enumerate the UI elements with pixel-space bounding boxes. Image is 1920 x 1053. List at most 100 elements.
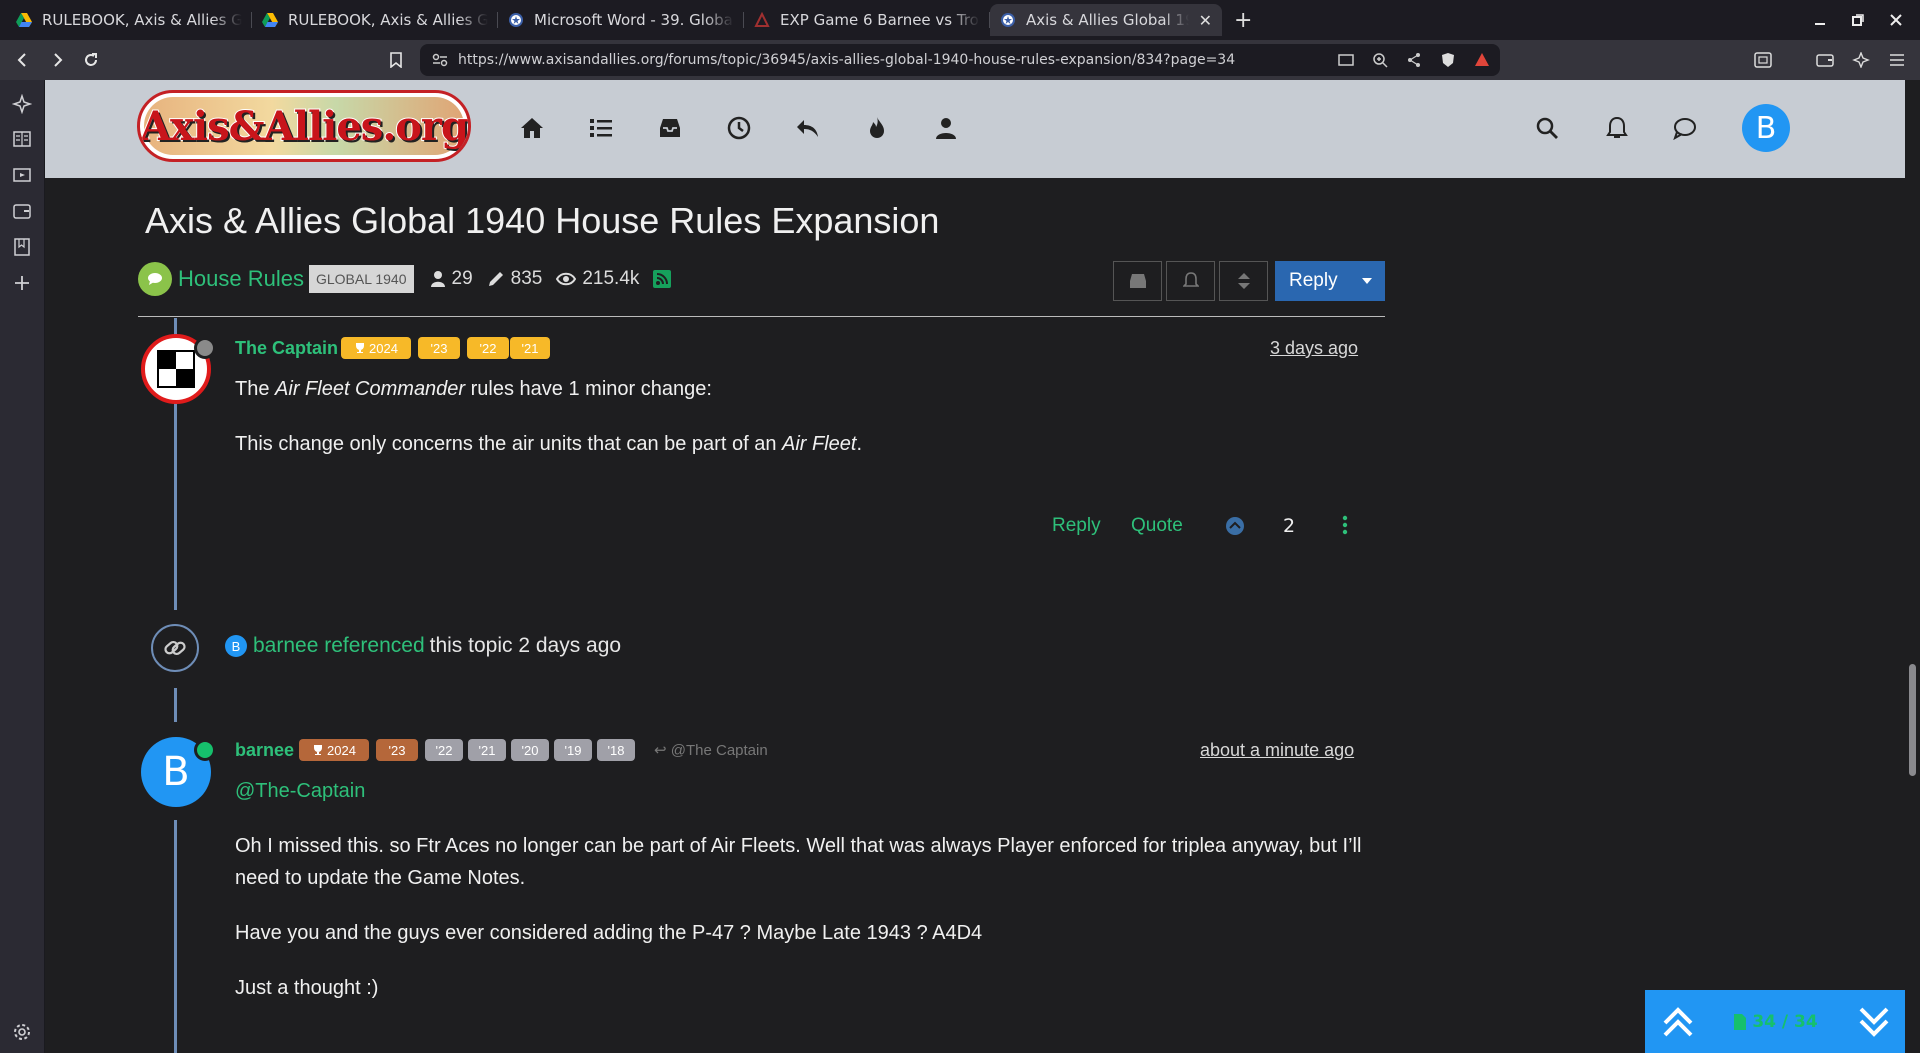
- brave-rewards-icon[interactable]: [1474, 52, 1490, 68]
- page-scrollbar[interactable]: [1905, 178, 1920, 1053]
- wallet-icon[interactable]: [1816, 52, 1834, 68]
- post-author[interactable]: The Captain: [235, 338, 338, 359]
- add-sidebar-icon[interactable]: [12, 273, 32, 293]
- reply-link[interactable]: Reply: [1052, 515, 1101, 537]
- quote-link[interactable]: Quote: [1131, 515, 1183, 537]
- year-badge[interactable]: '20: [511, 739, 549, 761]
- reload-icon[interactable]: [74, 52, 108, 68]
- site-logo[interactable]: Axis&Allies.org: [137, 90, 471, 162]
- leo-ai-icon[interactable]: [1852, 52, 1870, 68]
- posters-count: 29: [430, 268, 473, 290]
- leo-sidebar-icon[interactable]: [12, 94, 32, 114]
- online-status-dot: [194, 739, 216, 761]
- award-badge[interactable]: 2024: [341, 337, 411, 359]
- topic-reply-button[interactable]: Reply: [1275, 261, 1385, 301]
- reply-arrow-icon: ↩: [654, 742, 667, 759]
- minimize-icon[interactable]: [1814, 14, 1826, 26]
- mention-link[interactable]: @The-Captain: [235, 775, 1390, 807]
- views-value: 215.4k: [582, 268, 640, 289]
- tab-title: Axis & Allies Global 1940 H: [1026, 11, 1189, 29]
- close-window-icon[interactable]: [1890, 14, 1902, 26]
- year-badge[interactable]: '18: [597, 739, 635, 761]
- forward-icon[interactable]: [40, 53, 74, 67]
- notifications-bell-icon[interactable]: [1605, 116, 1629, 140]
- award-badge[interactable]: 2024: [299, 739, 369, 761]
- address-bar[interactable]: https://www.axisandallies.org/forums/top…: [420, 44, 1500, 76]
- watch-button[interactable]: [1166, 261, 1215, 301]
- new-tab-button[interactable]: +: [1234, 8, 1252, 33]
- search-icon[interactable]: [1535, 116, 1559, 140]
- categories-list-icon[interactable]: [589, 116, 613, 140]
- reference-text: B barnee referenced this topic 2 days ag…: [225, 634, 621, 658]
- browser-tab[interactable]: RULEBOOK, Axis & Allies Glob: [6, 4, 252, 36]
- browser-tab[interactable]: EXP Game 6 Barnee vs Trout: [744, 4, 990, 36]
- double-chevron-down-icon[interactable]: [1857, 1005, 1891, 1039]
- bookmarks-sidebar-icon[interactable]: [12, 237, 32, 257]
- sort-button[interactable]: [1219, 261, 1268, 301]
- chat-bubble-icon[interactable]: [1673, 116, 1697, 140]
- topic-tag[interactable]: GLOBAL 1940: [308, 265, 414, 293]
- posters-value: 29: [451, 268, 473, 289]
- tab-title: RULEBOOK, Axis & Allies Glob: [288, 11, 488, 29]
- post-paragraph: This change only concerns the air units …: [235, 433, 863, 455]
- vote-count: 2: [1283, 515, 1296, 537]
- mini-avatar[interactable]: B: [225, 635, 247, 657]
- recent-clock-icon[interactable]: [727, 116, 751, 140]
- site-info-icon[interactable]: [432, 53, 448, 67]
- browser-tab[interactable]: Microsoft Word - 39. Global 1: [498, 4, 744, 36]
- post-timestamp[interactable]: 3 days ago: [1270, 338, 1358, 359]
- tab-title: RULEBOOK, Axis & Allies Glob: [42, 11, 242, 29]
- users-icon[interactable]: [934, 116, 958, 140]
- bookmark-icon[interactable]: [389, 52, 403, 68]
- settings-gear-icon[interactable]: [12, 1022, 32, 1042]
- unread-inbox-icon[interactable]: [658, 116, 682, 140]
- back-icon[interactable]: [6, 53, 40, 67]
- year-badge[interactable]: '22: [467, 337, 509, 359]
- zoom-icon[interactable]: [1372, 52, 1388, 68]
- post-author[interactable]: barnee: [235, 740, 294, 761]
- year-badge[interactable]: '23: [418, 337, 460, 359]
- user-avatar[interactable]: B: [1742, 104, 1790, 152]
- replies-icon[interactable]: [796, 116, 820, 140]
- scrollbar-thumb[interactable]: [1909, 664, 1916, 776]
- bell-icon: [1182, 272, 1199, 287]
- browser-tab[interactable]: RULEBOOK, Axis & Allies Glob: [252, 4, 498, 36]
- brave-shield-icon[interactable]: [1440, 52, 1456, 68]
- category-link[interactable]: House Rules: [178, 266, 304, 292]
- year-badge[interactable]: '21: [510, 337, 550, 359]
- tab-title: EXP Game 6 Barnee vs Trout: [780, 11, 980, 29]
- year-badge[interactable]: '19: [554, 739, 592, 761]
- home-icon[interactable]: [520, 116, 544, 140]
- post-content: @The-Captain Oh I missed this. so Ftr Ac…: [235, 775, 1390, 1004]
- post-timestamp[interactable]: about a minute ago: [1200, 740, 1354, 761]
- year-badge[interactable]: '23: [376, 739, 418, 761]
- cast-icon[interactable]: [1338, 52, 1354, 68]
- reply-to-link[interactable]: ↩ @The Captain: [654, 741, 768, 759]
- menu-icon[interactable]: [1888, 52, 1906, 68]
- more-options-icon[interactable]: [1342, 515, 1348, 535]
- double-chevron-up-icon[interactable]: [1661, 1005, 1695, 1039]
- post-paragraph: Oh I missed this. so Ftr Aces no longer …: [235, 835, 1362, 889]
- year-badge[interactable]: '22: [425, 739, 463, 761]
- close-tab-icon[interactable]: ✕: [1199, 11, 1212, 30]
- category-icon[interactable]: [138, 262, 172, 296]
- browser-tab-active[interactable]: Axis & Allies Global 1940 H ✕: [990, 4, 1222, 36]
- popular-fire-icon[interactable]: [865, 116, 889, 140]
- year-badge[interactable]: '21: [468, 739, 506, 761]
- restore-icon[interactable]: [1852, 14, 1864, 26]
- mark-read-button[interactable]: [1113, 261, 1162, 301]
- tab-title: Microsoft Word - 39. Global 1: [534, 11, 734, 29]
- caret-down-icon[interactable]: [1349, 277, 1385, 285]
- sidebar-toggle-icon[interactable]: [1754, 52, 1772, 68]
- site-header: Axis&Allies.org B: [45, 80, 1905, 178]
- star-badge-icon: [1001, 13, 1015, 27]
- media-icon[interactable]: [12, 165, 32, 185]
- reference-user-link[interactable]: barnee referenced: [253, 634, 425, 658]
- page-indicator[interactable]: 34 / 34: [1734, 1012, 1818, 1032]
- rss-icon[interactable]: [653, 270, 672, 288]
- link-icon: [164, 640, 186, 656]
- reading-list-icon[interactable]: [12, 129, 32, 149]
- share-icon[interactable]: [1406, 52, 1422, 68]
- upvote-icon[interactable]: [1225, 516, 1245, 536]
- wallet-sidebar-icon[interactable]: [12, 201, 32, 221]
